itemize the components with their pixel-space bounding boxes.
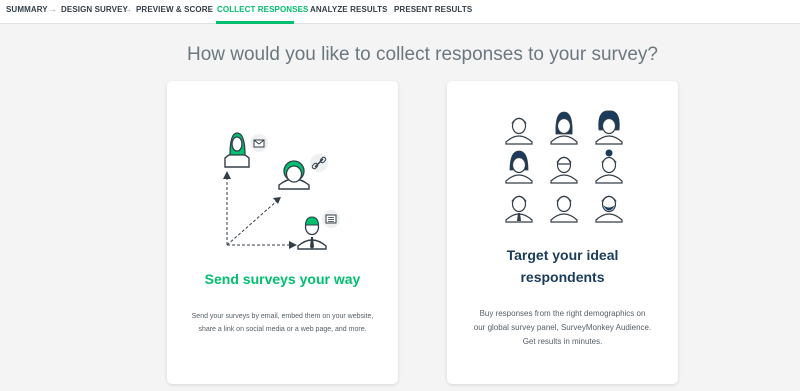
arrow-right-icon: → (297, 4, 306, 14)
step-design-survey[interactable]: DESIGN SURVEY (61, 5, 128, 14)
send-surveys-description: Send your surveys by email, embed them o… (167, 310, 398, 336)
person-man-tie-icon (297, 216, 327, 250)
mail-icon (250, 134, 268, 152)
description-line: Get results in minutes. (522, 337, 603, 346)
arrow-right-icon: → (380, 4, 389, 14)
person-man-icon (278, 160, 310, 190)
step-analyze-results[interactable]: ANALYZE RESULTS (310, 5, 388, 14)
description-line: Buy responses from the right demographic… (479, 309, 646, 318)
arrow-right-icon: → (123, 4, 132, 14)
title-line: Target your ideal (506, 247, 619, 263)
target-respondents-card[interactable]: Target your ideal respondents Buy respon… (447, 81, 678, 384)
respondent-avatar-icon (595, 195, 623, 223)
arrow-right-icon: → (48, 4, 57, 14)
description-line: our global survey panel, SurveyMonkey Au… (473, 323, 652, 332)
target-respondents-description: Buy responses from the right demographic… (447, 307, 678, 349)
respondents-people-grid (505, 110, 623, 223)
target-respondents-title: Target your ideal respondents (447, 244, 678, 288)
step-summary[interactable]: SUMMARY (6, 5, 48, 14)
step-navigation: SUMMARY → DESIGN SURVEY → PREVIEW & SCOR… (0, 0, 800, 24)
send-surveys-card[interactable]: Send surveys your way Send your surveys … (167, 81, 398, 384)
send-surveys-title: Send surveys your way (204, 271, 361, 287)
link-icon (310, 154, 328, 172)
active-step-underline (216, 21, 294, 24)
send-surveys-illustration (223, 132, 340, 250)
title-line: respondents (520, 269, 605, 285)
respondent-avatar-icon (505, 117, 533, 145)
step-present-results[interactable]: PRESENT RESULTS (394, 5, 472, 14)
description-line: Send your surveys by email, embed them o… (191, 313, 374, 320)
respondent-avatar-icon (505, 150, 533, 184)
step-collect-responses[interactable]: COLLECT RESPONSES (217, 5, 309, 14)
respondent-avatar-icon (550, 195, 578, 223)
description-line: share a link on social media or a web pa… (198, 326, 367, 333)
respondent-avatar-icon (595, 149, 623, 184)
respondent-avatar-icon (595, 110, 623, 145)
arrow-right-icon: → (204, 4, 213, 14)
step-preview-score[interactable]: PREVIEW & SCORE (136, 5, 213, 14)
respondent-avatar-icon (550, 156, 578, 184)
respondent-avatar-icon (550, 111, 578, 145)
page-headline: How would you like to collect responses … (186, 44, 658, 65)
person-woman-icon (224, 132, 250, 168)
respondent-avatar-icon (505, 195, 533, 223)
form-icon (322, 210, 340, 228)
